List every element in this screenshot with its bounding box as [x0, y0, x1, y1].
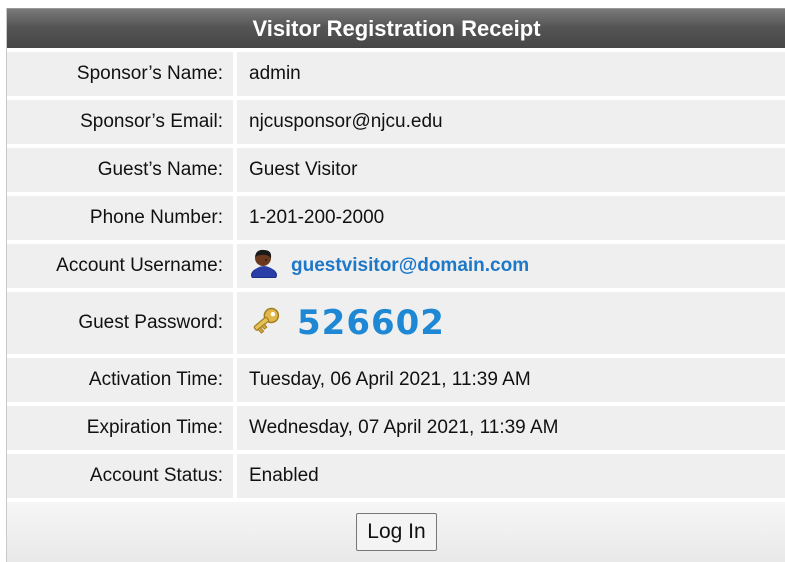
status-value: Enabled	[237, 454, 785, 498]
username-label: Account Username:	[7, 244, 233, 288]
expiration-row: Expiration Time: Wednesday, 07 April 202…	[7, 402, 785, 450]
password-cell: 526602	[237, 292, 785, 354]
receipt-footer: Log In	[7, 498, 785, 562]
user-avatar-icon	[249, 248, 279, 284]
phone-row: Phone Number: 1-201-200-2000	[7, 192, 785, 240]
password-label: Guest Password:	[7, 292, 233, 354]
key-icon	[249, 303, 283, 343]
password-value: 526602	[297, 303, 445, 343]
guest-name-label: Guest’s Name:	[7, 148, 233, 192]
password-row: Guest Password: 526602	[7, 288, 785, 354]
sponsor-name-label: Sponsor’s Name:	[7, 52, 233, 96]
expiration-label: Expiration Time:	[7, 406, 233, 450]
username-value: guestvisitor@domain.com	[291, 255, 530, 276]
phone-value: 1-201-200-2000	[237, 196, 785, 240]
sponsor-email-row: Sponsor’s Email: njcusponsor@njcu.edu	[7, 96, 785, 144]
activation-label: Activation Time:	[7, 358, 233, 402]
sponsor-name-value: admin	[237, 52, 785, 96]
guest-name-row: Guest’s Name: Guest Visitor	[7, 144, 785, 192]
guest-name-value: Guest Visitor	[237, 148, 785, 192]
receipt-title: Visitor Registration Receipt	[7, 8, 785, 48]
log-in-button[interactable]: Log In	[356, 513, 437, 551]
visitor-receipt-panel: Visitor Registration Receipt Sponsor’s N…	[6, 8, 785, 562]
sponsor-email-label: Sponsor’s Email:	[7, 100, 233, 144]
username-cell: guestvisitor@domain.com	[237, 244, 785, 288]
expiration-value: Wednesday, 07 April 2021, 11:39 AM	[237, 406, 785, 450]
status-row: Account Status: Enabled	[7, 450, 785, 498]
sponsor-name-row: Sponsor’s Name: admin	[7, 48, 785, 96]
username-row: Account Username: guestvisitor@domain.co…	[7, 240, 785, 288]
activation-value: Tuesday, 06 April 2021, 11:39 AM	[237, 358, 785, 402]
status-label: Account Status:	[7, 454, 233, 498]
activation-row: Activation Time: Tuesday, 06 April 2021,…	[7, 354, 785, 402]
sponsor-email-value: njcusponsor@njcu.edu	[237, 100, 785, 144]
phone-label: Phone Number:	[7, 196, 233, 240]
